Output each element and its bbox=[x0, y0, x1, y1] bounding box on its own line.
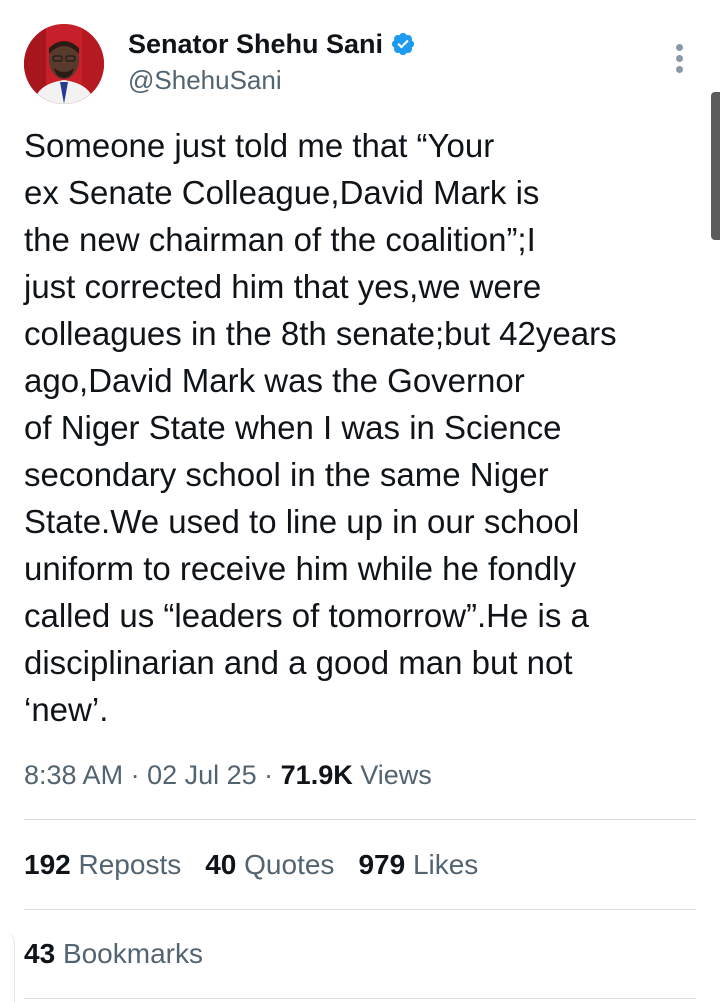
tweet-line: just corrected him that yes,we were bbox=[24, 268, 542, 305]
reposts-label: Reposts bbox=[78, 849, 182, 880]
more-options-icon[interactable] bbox=[668, 40, 692, 76]
reposts-count: 192 bbox=[24, 849, 71, 880]
tweet-line: colleagues in the 8th senate;but 42years bbox=[24, 315, 617, 352]
author-handle[interactable]: @ShehuSani bbox=[128, 64, 282, 96]
tweet-line: uniform to receive him while he fondly bbox=[24, 550, 577, 587]
divider bbox=[24, 909, 696, 910]
bookmarks-stat[interactable]: 43 Bookmarks bbox=[24, 934, 203, 974]
avatar-photo bbox=[24, 24, 104, 104]
tweet-meta: 8:38 AM · 02 Jul 25 · 71.9K Views bbox=[24, 755, 432, 795]
divider bbox=[24, 819, 696, 820]
tweet-line: ago,David Mark was the Governor bbox=[24, 362, 525, 399]
meta-separator: · bbox=[256, 760, 281, 790]
reposts-stat[interactable]: 192 Reposts bbox=[24, 845, 181, 885]
panel-edge bbox=[0, 930, 15, 1002]
likes-stat[interactable]: 979 Likes bbox=[358, 845, 478, 885]
tweet-line: the new chairman of the coalition”;I bbox=[24, 221, 536, 258]
tweet-time[interactable]: 8:38 AM bbox=[24, 760, 123, 790]
tweet-line: disciplinarian and a good man but not bbox=[24, 644, 573, 681]
engagement-stats: 192 Reposts 40 Quotes 979 Likes bbox=[24, 845, 502, 885]
tweet-line: Someone just told me that “Your bbox=[24, 127, 495, 164]
tweet-date[interactable]: 02 Jul 25 bbox=[147, 760, 257, 790]
tweet-line: of Niger State when I was in Science bbox=[24, 409, 562, 446]
tweet-line: ‘new’. bbox=[24, 691, 109, 728]
tweet-text: Someone just told me that “Your ex Senat… bbox=[24, 122, 704, 733]
meta-separator: · bbox=[123, 760, 148, 790]
views-count: 71.9K bbox=[280, 760, 353, 790]
author-name-row: Senator Shehu Sani bbox=[128, 28, 416, 60]
tweet-line: secondary school in the same Niger bbox=[24, 456, 549, 493]
tweet-line: State.We used to line up in our school bbox=[24, 503, 580, 540]
tweet-header: Senator Shehu Sani @ShehuSani bbox=[0, 0, 720, 110]
bookmarks-label: Bookmarks bbox=[62, 938, 203, 969]
tweet-line: ex Senate Colleague,David Mark is bbox=[24, 174, 540, 211]
tweet-line: called us “leaders of tomorrow”.He is a bbox=[24, 597, 589, 634]
divider bbox=[24, 998, 696, 999]
views-label: Views bbox=[360, 760, 432, 790]
author-display-name[interactable]: Senator Shehu Sani bbox=[128, 28, 383, 60]
likes-count: 979 bbox=[358, 849, 406, 880]
quotes-stat[interactable]: 40 Quotes bbox=[205, 845, 334, 885]
likes-label: Likes bbox=[412, 849, 479, 880]
bookmarks-count: 43 bbox=[24, 938, 56, 969]
avatar[interactable] bbox=[24, 24, 104, 104]
scrollbar[interactable] bbox=[711, 92, 720, 240]
quotes-count: 40 bbox=[205, 849, 237, 880]
quotes-label: Quotes bbox=[244, 849, 335, 880]
verified-badge-icon[interactable] bbox=[390, 31, 416, 57]
